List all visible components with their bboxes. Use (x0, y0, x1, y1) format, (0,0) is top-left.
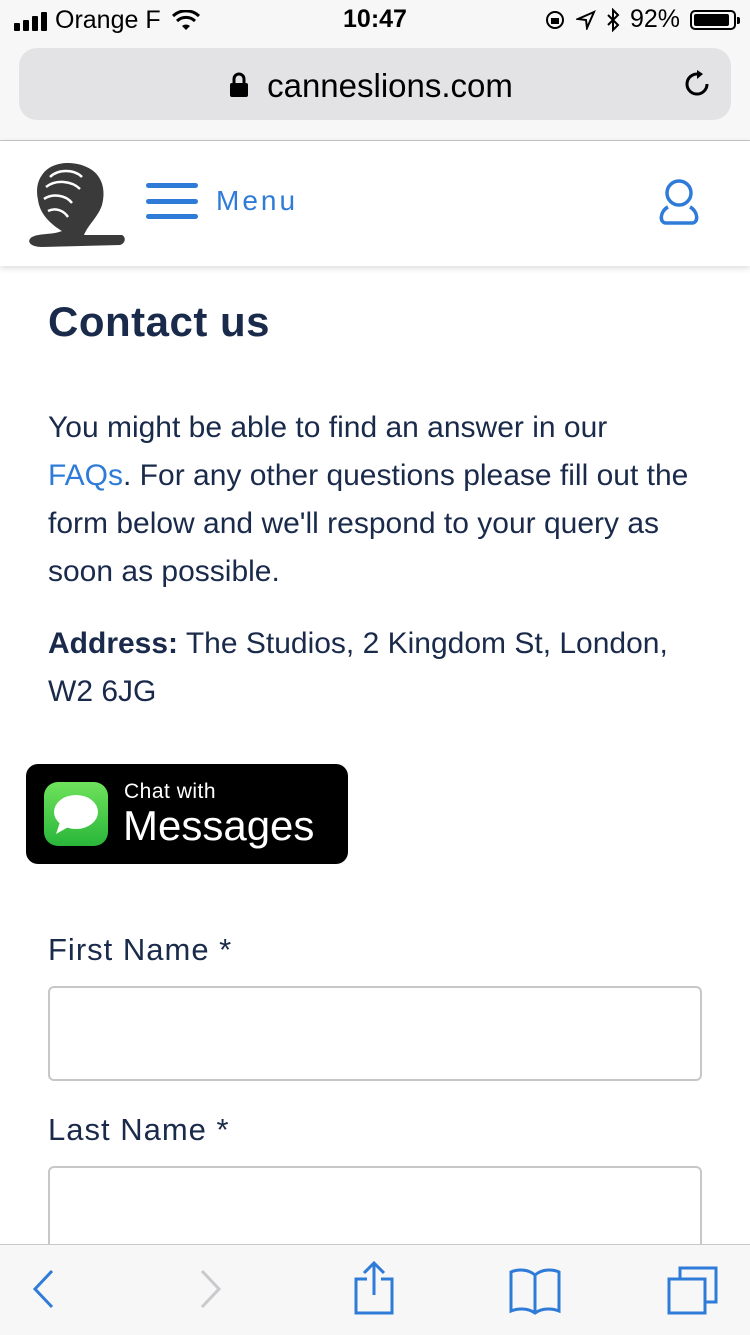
status-right: 92% (544, 5, 740, 34)
battery-percent: 92% (629, 5, 680, 33)
browser-toolbar (0, 1244, 750, 1335)
messages-icon (44, 782, 108, 846)
share-icon[interactable] (352, 1261, 396, 1315)
tabs-icon[interactable] (666, 1265, 720, 1315)
bookmarks-icon[interactable] (508, 1267, 562, 1315)
speech-bubble-icon (54, 795, 98, 834)
address: Address: The Studios, 2 Kingdom St, Lond… (48, 620, 708, 716)
faq-link[interactable]: FAQs (48, 459, 123, 492)
back-icon[interactable] (30, 1267, 56, 1311)
url-text[interactable]: canneslions.com (19, 67, 731, 105)
reload-icon[interactable] (681, 68, 713, 100)
forward-icon[interactable] (198, 1267, 224, 1311)
hamburger-icon (146, 183, 198, 219)
last-name-label: Last Name * (48, 1112, 230, 1147)
chat-with-messages-button[interactable]: Chat with Messages (26, 764, 348, 864)
intro-text-end: . For any other questions please fill ou… (48, 459, 689, 588)
user-account-icon[interactable] (656, 177, 702, 227)
chat-big-text: Messages (123, 802, 315, 849)
address-label: Address: (48, 627, 179, 660)
address-bar[interactable]: canneslions.com (19, 48, 731, 120)
first-name-field[interactable] (48, 986, 702, 1081)
location-icon (575, 9, 596, 30)
orientation-lock-icon (545, 10, 564, 29)
intro-text-start: You might be able to find an answer in o… (48, 411, 608, 444)
status-bar: Orange F 10:47 92% (0, 0, 750, 40)
bluetooth-icon (607, 7, 620, 32)
browser-chrome: canneslions.com (0, 40, 750, 141)
chat-small-text: Chat with (124, 780, 217, 803)
site-header: Menu (0, 141, 750, 266)
intro-paragraph: You might be able to find an answer in o… (48, 404, 698, 596)
cannes-lions-logo[interactable] (22, 155, 134, 250)
battery-icon (690, 9, 740, 30)
menu-label: Menu (216, 185, 299, 216)
first-name-label: First Name * (48, 932, 233, 967)
menu-button[interactable]: Menu (146, 183, 298, 219)
page-title: Contact us (48, 298, 271, 345)
